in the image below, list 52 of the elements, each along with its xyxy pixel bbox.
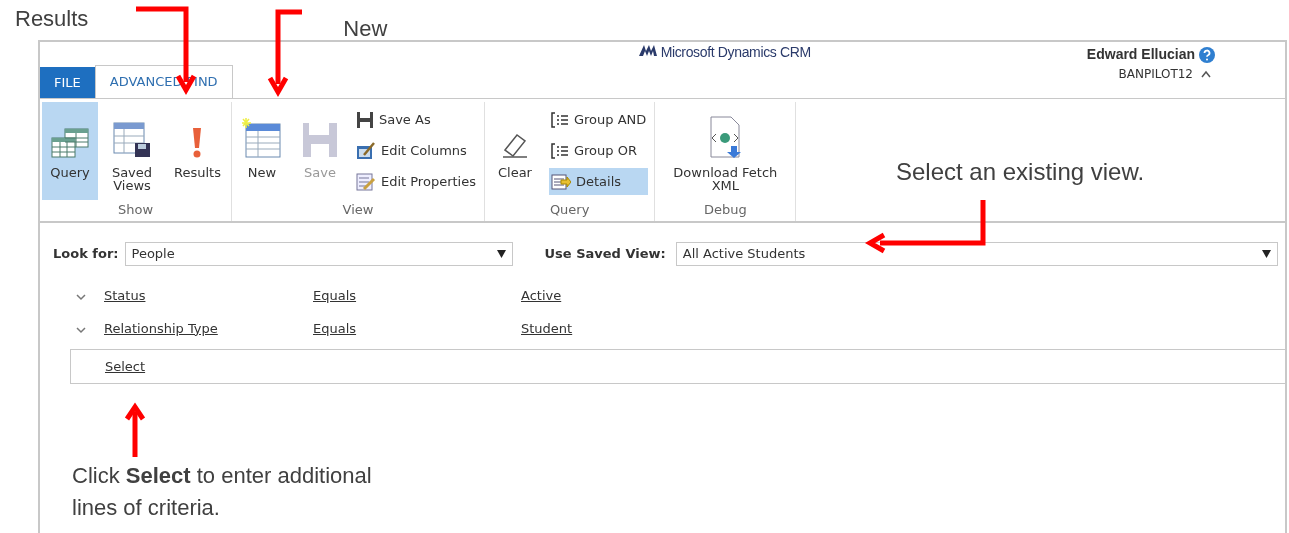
value-link[interactable]: Active [521, 285, 562, 306]
ribbon-button[interactable]: Clear [486, 102, 543, 200]
exclamation-icon [191, 126, 204, 158]
ribbon-button[interactable]: Group AND [548, 106, 649, 133]
edit-properties-icon [355, 172, 376, 191]
annotation-note: Click Select to enter additional lines of criteria. [72, 462, 373, 522]
list-bracket-icon [550, 111, 569, 128]
ribbon-button[interactable]: Query [42, 102, 98, 200]
new-table-icon [241, 118, 282, 158]
organization-name: BANPILOT12 [1118, 66, 1193, 83]
tables-icon [51, 128, 89, 158]
ribbon-button[interactable]: Details [548, 168, 649, 195]
arrow [124, 402, 146, 457]
ribbon-button[interactable]: Edit Properties [353, 168, 478, 195]
annotation-label: New [343, 16, 388, 42]
group-label: Debug [703, 201, 747, 219]
ribbon-button[interactable]: Download Fetch XML [657, 102, 794, 200]
group-label: View [342, 201, 374, 219]
table-disk-icon [113, 122, 151, 158]
dropdown-arrow-icon [1262, 250, 1271, 258]
entity-dropdown[interactable]: People [124, 242, 513, 266]
operator-link[interactable]: Equals [313, 285, 521, 306]
details-icon [550, 173, 571, 190]
group-label: Show [117, 201, 153, 219]
ribbon-button[interactable]: Group OR [548, 137, 649, 164]
ribbon-button[interactable]: Edit Columns [353, 137, 478, 164]
ribbon-tab[interactable]: FILE [40, 67, 95, 98]
annotation-label: Select an existing view. [896, 157, 1145, 187]
saved-view-label: Use Saved View: [544, 245, 666, 264]
field-link[interactable]: Status [104, 285, 313, 306]
value-link[interactable]: Student [521, 318, 573, 339]
dropdown-arrow-icon [496, 250, 506, 258]
chevron-up-icon[interactable] [1201, 70, 1211, 78]
edit-columns-icon [355, 141, 376, 160]
ribbon-button[interactable]: New [233, 102, 290, 200]
list-bracket-icon [550, 142, 569, 159]
look-for-label: Look for: [53, 245, 119, 264]
chevron-down-icon[interactable] [76, 294, 86, 301]
operator-link[interactable]: Equals [313, 318, 521, 339]
user-name: Edward Ellucian [1086, 45, 1195, 64]
product-logo: Microsoft Dynamics CRM [638, 44, 811, 62]
select-link[interactable]: Select [105, 356, 146, 377]
annotation-label: Results [15, 6, 89, 32]
eraser-icon [500, 132, 529, 158]
chevron-down-icon[interactable] [76, 327, 86, 334]
ribbon-button[interactable]: Results [166, 102, 229, 200]
group-label: Query [549, 201, 590, 219]
saved-view-dropdown[interactable]: All Active Students [675, 242, 1278, 266]
field-link[interactable]: Relationship Type [104, 318, 313, 339]
help-icon[interactable] [1199, 46, 1215, 63]
ribbon-button[interactable]: Saved Views [100, 102, 164, 200]
ribbon-button[interactable]: Save As [353, 106, 478, 133]
